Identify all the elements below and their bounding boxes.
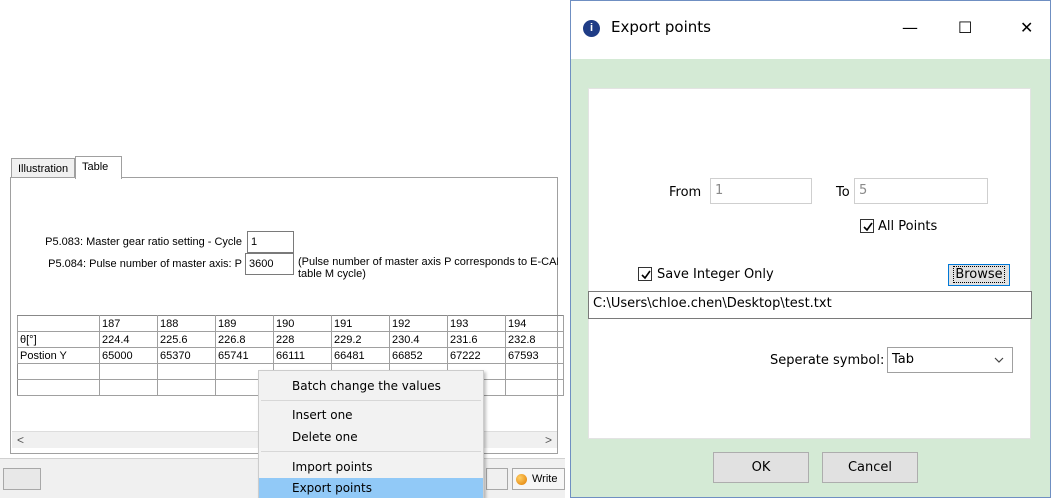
param-p5-084-note-line2: table M cycle) <box>298 268 366 280</box>
table-header-row: 187 188 189 190 191 192 193 194 <box>17 315 564 332</box>
table-cell[interactable]: 226.8 <box>215 331 274 348</box>
save-integer-label: Save Integer Only <box>657 267 774 282</box>
table-cell[interactable] <box>157 363 216 380</box>
table-cell[interactable]: 232.8 <box>505 331 564 348</box>
param-p5-083-label: P5.083: Master gear ratio setting - Cycl… <box>45 236 242 248</box>
table-cell[interactable]: 65741 <box>215 347 274 364</box>
menu-item-insert-one[interactable]: Insert one <box>259 404 483 426</box>
dialog-title: Export points <box>611 18 711 36</box>
separate-symbol-value: Tab <box>892 352 915 367</box>
table-context-menu: Batch change the values Insert one Delet… <box>258 370 484 498</box>
table-cell[interactable] <box>99 363 158 380</box>
all-points-checkbox[interactable] <box>860 219 874 233</box>
save-integer-checkbox[interactable] <box>638 267 652 281</box>
tab-table[interactable]: Table <box>75 156 122 179</box>
table-cell[interactable]: 67593 <box>505 347 564 364</box>
table-cell[interactable]: 231.6 <box>447 331 506 348</box>
menu-item-export-points[interactable]: Export points <box>259 478 483 498</box>
table-cell[interactable] <box>157 379 216 396</box>
file-path-field[interactable]: C:\Users\chloe.chen\Desktop\test.txt <box>588 291 1032 319</box>
row-header-position-y[interactable]: Postion Y <box>17 347 100 364</box>
to-label: To <box>836 185 850 200</box>
param-p5-084-note: (Pulse number of master axis P correspon… <box>298 256 558 280</box>
table-cell[interactable]: 66481 <box>331 347 390 364</box>
table-cell[interactable] <box>505 379 564 396</box>
table-cell[interactable]: 224.4 <box>99 331 158 348</box>
column-header[interactable]: 191 <box>331 315 390 332</box>
scroll-left-icon[interactable]: < <box>12 432 29 449</box>
row-header-theta[interactable]: θ[°] <box>17 331 100 348</box>
table-cell[interactable] <box>505 363 564 380</box>
browse-button[interactable]: Browse <box>948 264 1010 286</box>
menu-separator <box>261 451 481 452</box>
chevron-down-icon <box>994 357 1004 363</box>
ok-button[interactable]: OK <box>713 452 809 483</box>
separate-symbol-select[interactable]: Tab <box>887 347 1013 373</box>
column-header[interactable]: 194 <box>505 315 564 332</box>
column-header[interactable]: 189 <box>215 315 274 332</box>
toolbar-button[interactable] <box>3 468 41 490</box>
column-header[interactable]: 192 <box>389 315 448 332</box>
toolbar-button[interactable] <box>486 468 508 490</box>
table-row: θ[°] 224.4 225.6 226.8 228 229.2 230.4 2… <box>17 331 564 348</box>
menu-item-import-points[interactable]: Import points <box>259 456 483 478</box>
to-field[interactable]: 5 <box>854 178 988 204</box>
column-header[interactable]: 190 <box>273 315 332 332</box>
table-cell[interactable]: 66111 <box>273 347 332 364</box>
param-p5-084-input[interactable]: 3600 <box>245 253 294 275</box>
table-cell[interactable]: 225.6 <box>157 331 216 348</box>
table-row: Postion Y 65000 65370 65741 66111 66481 … <box>17 347 564 364</box>
table-cell[interactable]: 229.2 <box>331 331 390 348</box>
tab-illustration[interactable]: Illustration <box>11 158 75 178</box>
table-corner-cell <box>17 315 100 332</box>
column-header[interactable]: 188 <box>157 315 216 332</box>
menu-item-batch-change[interactable]: Batch change the values <box>259 375 483 397</box>
table-cell[interactable]: 230.4 <box>389 331 448 348</box>
param-p5-083-input[interactable]: 1 <box>247 231 294 253</box>
separate-symbol-label: Seperate symbol: <box>770 353 885 368</box>
table-cell[interactable]: 67222 <box>447 347 506 364</box>
app-logo-icon: i <box>583 20 600 37</box>
row-header-empty[interactable] <box>17 363 100 380</box>
browse-button-label: Browse <box>953 266 1005 283</box>
table-cell[interactable]: 228 <box>273 331 332 348</box>
write-icon <box>516 474 527 485</box>
table-cell[interactable]: 65370 <box>157 347 216 364</box>
table-cell[interactable] <box>99 379 158 396</box>
all-points-label: All Points <box>878 219 938 234</box>
minimize-icon[interactable]: — <box>902 18 918 37</box>
param-p5-084-label: P5.084: Pulse number of master axis: P <box>48 258 242 270</box>
menu-item-delete-one[interactable]: Delete one <box>259 426 483 448</box>
cancel-button[interactable]: Cancel <box>822 452 918 483</box>
row-header-empty[interactable] <box>17 379 100 396</box>
maximize-icon[interactable]: ☐ <box>958 18 972 37</box>
table-cell[interactable]: 66852 <box>389 347 448 364</box>
column-header[interactable]: 187 <box>99 315 158 332</box>
close-icon[interactable]: ✕ <box>1020 18 1033 37</box>
from-field[interactable]: 1 <box>710 178 812 204</box>
menu-separator <box>261 400 481 401</box>
column-header[interactable]: 193 <box>447 315 506 332</box>
from-label: From <box>669 185 702 200</box>
param-p5-084-note-line1: (Pulse number of master axis P correspon… <box>298 256 558 268</box>
table-cell[interactable]: 65000 <box>99 347 158 364</box>
scroll-right-icon[interactable]: > <box>540 432 557 449</box>
